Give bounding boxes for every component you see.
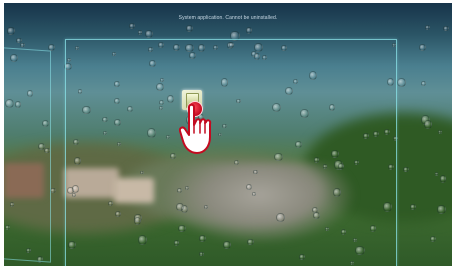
raindrop <box>424 24 430 30</box>
homescreen-panel[interactable] <box>65 39 397 266</box>
hand-pointer-icon <box>179 103 212 154</box>
status-message: System application. Cannot be uninstalle… <box>178 15 278 21</box>
raindrop <box>403 166 409 173</box>
raindrop <box>245 27 252 34</box>
raindrop <box>423 119 433 129</box>
raindrop <box>409 203 416 211</box>
raindrop <box>437 205 446 214</box>
raindrop <box>418 44 426 52</box>
raindrop <box>7 27 15 35</box>
raindrop <box>137 30 143 35</box>
raindrop <box>128 23 135 30</box>
raindrop <box>186 25 193 32</box>
raindrop <box>439 175 447 183</box>
launcher-screen: System application. Cannot be uninstalle… <box>4 3 452 266</box>
raindrop <box>397 77 407 87</box>
raindrop <box>421 80 427 86</box>
raindrop <box>20 42 25 47</box>
left-homescreen-panel[interactable] <box>4 47 51 263</box>
raindrop <box>434 172 439 176</box>
raindrop <box>443 26 449 32</box>
raindrop <box>16 37 22 44</box>
raindrop <box>144 29 153 39</box>
raindrop <box>429 235 436 242</box>
